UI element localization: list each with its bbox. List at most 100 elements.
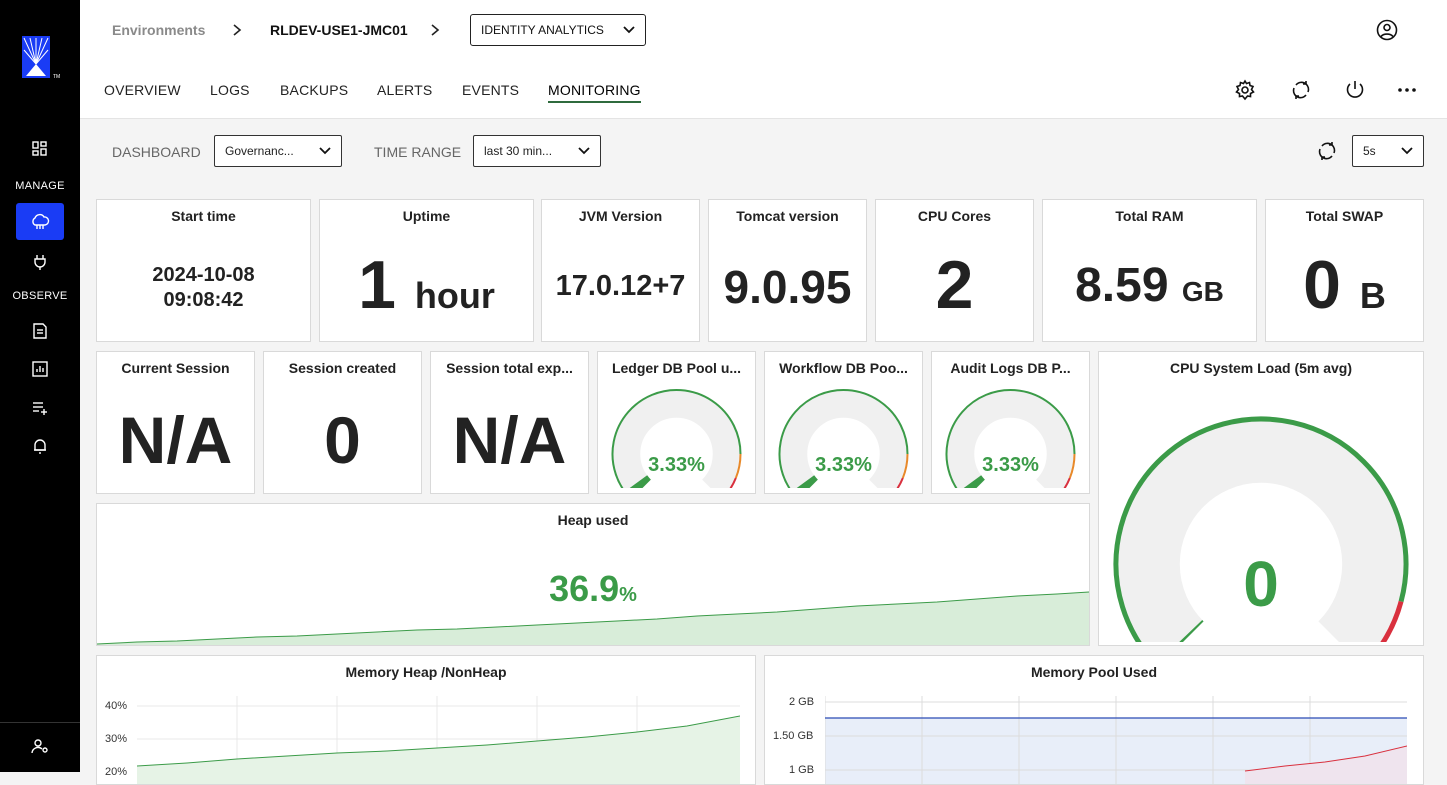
refresh-interval-value: 5s <box>1363 144 1376 158</box>
tab-alerts[interactable]: ALERTS <box>377 82 432 98</box>
cpu-load-value: 0 <box>1243 548 1279 620</box>
session-created-panel: Session created 0 <box>263 351 422 494</box>
top-bar: Environments RLDEV-USE1-JMC01 IDENTITY A… <box>80 0 1447 62</box>
bell-icon[interactable] <box>28 434 52 458</box>
power-icon[interactable] <box>1344 79 1366 101</box>
gear-icon[interactable] <box>1234 79 1256 101</box>
plug-icon[interactable] <box>28 250 52 274</box>
panel-title: CPU Cores <box>917 208 992 224</box>
refresh-icon[interactable] <box>1316 140 1338 162</box>
account-icon[interactable] <box>1376 19 1398 41</box>
time-range-select-value: last 30 min... <box>484 144 553 158</box>
tab-logs[interactable]: LOGS <box>210 82 250 98</box>
app-logo[interactable]: TM <box>20 34 64 80</box>
chevron-down-icon <box>319 147 331 155</box>
app-select-value: IDENTITY ANALYTICS <box>481 23 604 37</box>
panel-title: Session created <box>288 360 397 376</box>
time-range-label: TIME RANGE <box>374 144 462 160</box>
start-time-panel: Start time 2024-10-08 09:08:42 <box>96 199 311 342</box>
cpu-system-load-panel: CPU System Load (5m avg) 0 <box>1098 351 1424 646</box>
gauge-value: 3.33% <box>648 454 705 476</box>
y-tick-label: 1 GB <box>789 764 815 776</box>
panel-title: Memory Pool Used <box>1030 664 1158 680</box>
observe-section-label: OBSERVE <box>12 290 68 302</box>
sync-icon[interactable] <box>1290 79 1312 101</box>
uptime-panel: Uptime 1 hour <box>319 199 534 342</box>
dashboard-grid-icon[interactable] <box>28 137 52 161</box>
chevron-down-icon <box>578 147 590 155</box>
tab-overview[interactable]: OVERVIEW <box>104 82 181 98</box>
jvm-version-panel: JVM Version 17.0.12+7 <box>541 199 700 342</box>
total-ram-panel: Total RAM 8.59 GB <box>1042 199 1257 342</box>
total-swap-stat: 0 B <box>1266 246 1423 324</box>
total-swap-unit: B <box>1359 275 1386 316</box>
breadcrumb-environments[interactable]: Environments <box>112 22 205 38</box>
dashboard-label: DASHBOARD <box>112 144 201 160</box>
tab-backups[interactable]: BACKUPS <box>280 82 348 98</box>
tomcat-version-panel: Tomcat version 9.0.95 <box>708 199 867 342</box>
add-list-icon[interactable] <box>28 396 52 420</box>
sidebar-divider <box>0 722 80 723</box>
gauge-value: 3.33% <box>815 454 872 476</box>
panel-title: Tomcat version <box>736 208 839 224</box>
current-session-value: N/A <box>118 403 233 477</box>
chevron-down-icon <box>623 26 635 34</box>
uptime-stat: 1 hour <box>320 246 533 324</box>
total-ram-stat: 8.59 GB <box>1043 258 1256 313</box>
more-options-icon[interactable] <box>1396 79 1418 101</box>
tab-monitoring[interactable]: MONITORING <box>548 82 641 103</box>
jvm-version-value: 17.0.12+7 <box>555 270 686 302</box>
cloud-manage-icon[interactable] <box>16 203 64 240</box>
heap-used-stat: 36.9% <box>97 568 1089 610</box>
gauge-value-arc <box>963 475 986 488</box>
dashboard-select[interactable]: Governanc... <box>214 135 342 167</box>
filter-bar: DASHBOARD Governanc... TIME RANGE last 3… <box>80 119 1447 183</box>
y-tick-label: 40% <box>105 700 128 712</box>
y-tick-label: 1.50 GB <box>773 730 814 742</box>
workflow-db-pool-panel: Workflow DB Poo... 3.33% <box>764 351 923 494</box>
panel-title: Uptime <box>402 208 451 224</box>
chevron-right-icon <box>431 24 440 36</box>
user-settings-icon[interactable] <box>28 734 52 758</box>
gauge-value-arc <box>796 475 819 488</box>
svg-text:TM: TM <box>53 74 60 80</box>
panel-title: Total SWAP <box>1305 208 1384 224</box>
gauge-value: 3.33% <box>982 454 1039 476</box>
ledger-db-pool-panel: Ledger DB Pool u... 3.33% <box>597 351 756 494</box>
memory-pool-panel: Memory Pool Used 2 GB 1.50 GB 1 GB <box>764 655 1424 785</box>
tab-events[interactable]: EVENTS <box>462 82 519 98</box>
panel-title: Session total exp... <box>446 360 573 376</box>
panel-title: Ledger DB Pool u... <box>611 360 742 376</box>
uptime-unit: hour <box>414 275 495 316</box>
panel-title: CPU System Load (5m avg) <box>1169 360 1353 376</box>
cpu-cores-panel: CPU Cores 2 <box>875 199 1034 342</box>
panel-title: Heap used <box>557 512 629 528</box>
y-tick-label: 30% <box>105 733 128 745</box>
total-swap-panel: Total SWAP 0 B <box>1265 199 1424 342</box>
heap-used-panel: Heap used 36.9% <box>96 503 1090 646</box>
heap-used-value: 36.9 <box>549 568 620 609</box>
document-icon[interactable] <box>28 319 52 343</box>
refresh-interval-select[interactable]: 5s <box>1352 135 1424 167</box>
panel-title: JVM Version <box>578 208 663 224</box>
y-tick-label: 2 GB <box>789 696 815 708</box>
y-tick-label: 20% <box>105 766 128 778</box>
tomcat-version-value: 9.0.95 <box>723 261 852 313</box>
panel-title: Total RAM <box>1115 208 1184 224</box>
audit-logs-db-pool-panel: Audit Logs DB P... 3.33% <box>931 351 1090 494</box>
report-chart-icon[interactable] <box>28 357 52 381</box>
start-clock-value: 09:08:42 <box>163 289 244 311</box>
chevron-down-icon <box>1401 147 1413 155</box>
app-select-dropdown[interactable]: IDENTITY ANALYTICS <box>470 14 646 46</box>
time-range-select[interactable]: last 30 min... <box>473 135 601 167</box>
breadcrumb-env-name[interactable]: RLDEV-USE1-JMC01 <box>270 22 408 38</box>
session-total-panel: Session total exp... N/A <box>430 351 589 494</box>
panel-title: Current Session <box>121 360 230 376</box>
total-ram-unit: GB <box>1181 276 1224 307</box>
sidebar: TM MANAGE OBSERVE <box>0 0 80 772</box>
panel-title: Memory Heap /NonHeap <box>345 664 507 680</box>
gauge-value-arc <box>629 475 652 488</box>
dashboard-panels: Start time 2024-10-08 09:08:42 Uptime 1 … <box>80 183 1447 785</box>
manage-section-label: MANAGE <box>15 180 65 192</box>
panel-title: Start time <box>171 208 236 224</box>
